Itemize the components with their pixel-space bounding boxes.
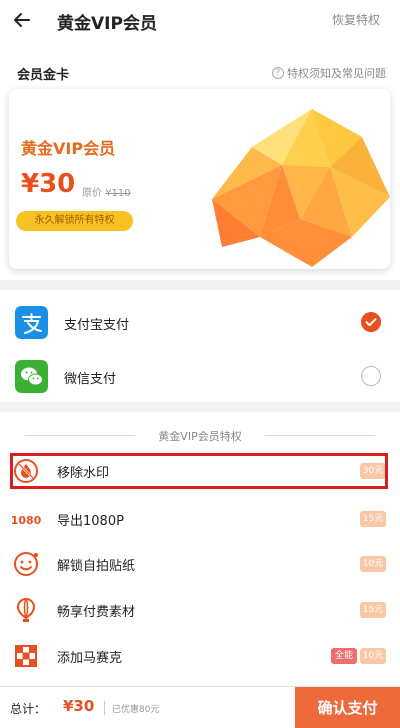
privilege-mosaic: 添加马赛克 全能 10元 (0, 634, 400, 678)
help-link[interactable]: ? 特权须知及常见问题 (272, 65, 386, 81)
card-name: 黄金VIP会员 (21, 139, 116, 158)
hd-1080-icon-text: 1080 (11, 514, 42, 527)
payment-label: 支付宝支付 (64, 318, 130, 333)
privilege-selfie-stickers: 解锁自拍贴纸 10元 (0, 542, 400, 586)
total-price: ¥30 (63, 697, 95, 715)
balloon-icon (16, 597, 36, 622)
payment-option-wechat[interactable]: 微信支付 (0, 348, 400, 404)
privilege-label: 导出1080P (57, 514, 124, 529)
restore-privilege-link[interactable]: 恢复特权 (332, 11, 380, 28)
smiley-sticker-icon (14, 552, 38, 576)
original-price-value: ¥110 (105, 188, 131, 199)
original-price-label: 原价 (82, 188, 102, 199)
member-card-section: 会员金卡 ? 特权须知及常见问题 黄金VIP会员 ¥30 原价 ¥110 永久解… (0, 40, 400, 280)
unlock-all-badge: 永久解锁所有特权 (16, 211, 133, 231)
privilege-label: 畅享付费素材 (57, 605, 136, 620)
diamond-icon (212, 109, 390, 267)
privilege-label: 添加马赛克 (57, 651, 123, 666)
hd-1080-icon: 1080 (11, 514, 42, 527)
back-arrow-icon[interactable] (10, 8, 34, 32)
price-badge: 10元 (360, 556, 386, 572)
all-in-one-badge: 全能 (331, 648, 357, 664)
wechat-icon (15, 360, 48, 393)
page-title: 黄金VIP会员 (57, 14, 157, 34)
gold-vip-card: 黄金VIP会员 ¥30 原价 ¥110 永久解锁所有特权 (9, 89, 390, 269)
mosaic-icon (15, 645, 37, 667)
top-bar: 黄金VIP会员 恢复特权 (0, 0, 400, 40)
privilege-export-1080p: 1080 导出1080P 15元 (0, 497, 400, 541)
privilege-paid-materials: 畅享付费素材 15元 (0, 588, 400, 632)
price-badge: 10元 (360, 648, 386, 664)
payment-option-alipay[interactable]: 支付宝支付 (0, 294, 400, 350)
privileges-header: 黄金VIP会员特权 (25, 428, 375, 444)
confirm-payment-button[interactable]: 确认支付 (295, 687, 400, 728)
discount-text: 已优惠80元 (112, 705, 160, 715)
check-icon[interactable] (361, 312, 381, 332)
price-badge: 15元 (360, 602, 386, 618)
divider (104, 701, 105, 715)
help-link-label: 特权须知及常见问题 (287, 67, 386, 80)
section-title: 会员金卡 (17, 68, 70, 83)
total-label: 总计： (10, 702, 47, 716)
question-icon: ? (272, 67, 284, 79)
checkout-bar: 总计： ¥30 已优惠80元 确认支付 (0, 686, 400, 728)
payment-label: 微信支付 (64, 372, 117, 387)
price-badge: 15元 (360, 511, 386, 527)
radio-unchecked-icon[interactable] (361, 366, 381, 386)
privilege-label: 解锁自拍贴纸 (57, 559, 136, 574)
highlight-box (10, 453, 388, 489)
card-price: ¥30 (21, 169, 76, 199)
payment-section: 支付宝支付 微信支付 (0, 290, 400, 402)
alipay-icon (15, 306, 48, 339)
original-price: 原价 ¥110 (82, 184, 131, 199)
